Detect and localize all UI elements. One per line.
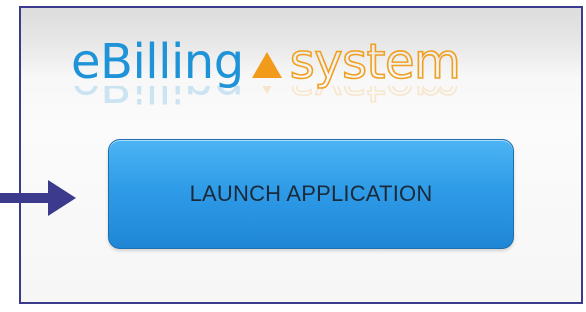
app-panel: eBilling system eBilling system LAUNCH APP… xyxy=(19,6,583,304)
logo-reflection: eBilling system xyxy=(71,86,551,112)
logo-system-text: system xyxy=(289,33,462,91)
arrow-right-icon xyxy=(0,180,76,216)
logo-wordmark: eBilling system xyxy=(71,33,462,91)
logo-triangle-icon xyxy=(251,52,282,78)
logo-reflection-ebilling: eBilling xyxy=(71,86,244,112)
ebilling-logo: eBilling system eBilling system xyxy=(71,33,551,112)
launch-application-button[interactable]: LAUNCH APPLICATION xyxy=(108,139,514,249)
logo-reflection-triangle-icon xyxy=(251,86,282,94)
logo-reflection-system: system xyxy=(289,86,461,112)
logo-ebilling-text: eBilling xyxy=(71,34,244,90)
